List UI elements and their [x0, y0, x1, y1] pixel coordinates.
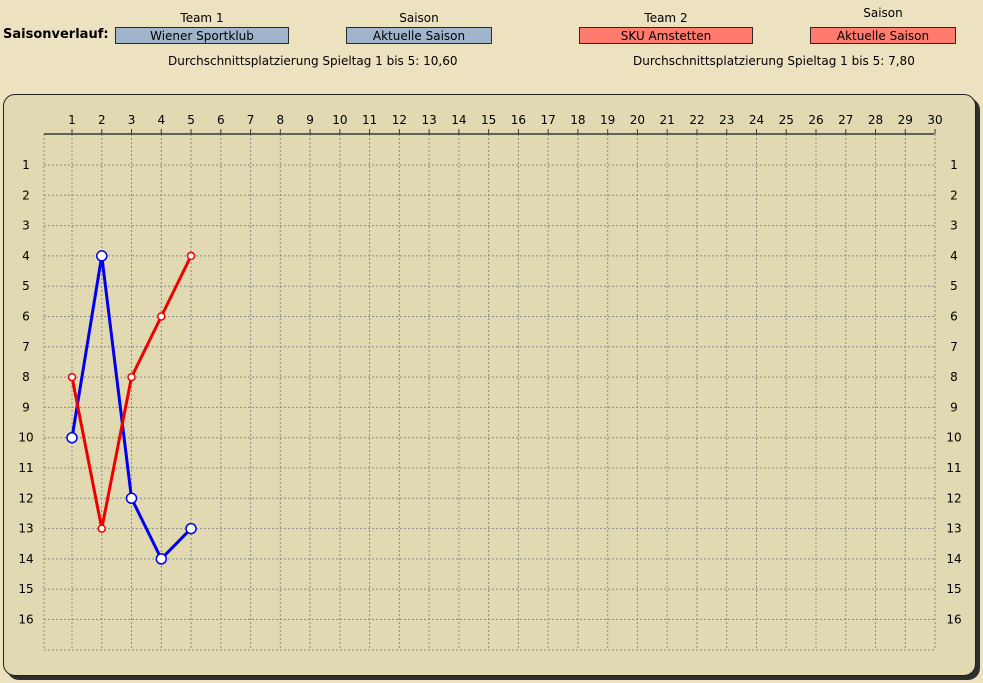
y-tick-label-left: 1	[22, 158, 30, 172]
y-tick-label-left: 6	[22, 310, 30, 324]
x-tick-label: 27	[838, 113, 853, 127]
data-point-1	[96, 250, 108, 262]
x-tick-label: 5	[187, 113, 195, 127]
y-tick-label-left: 10	[18, 431, 33, 445]
y-tick-label-left: 5	[22, 279, 30, 293]
y-tick-label-left: 11	[18, 461, 33, 475]
y-tick-label-right: 16	[946, 613, 961, 627]
x-tick-label: 18	[570, 113, 585, 127]
x-tick-label: 28	[868, 113, 883, 127]
y-tick-label-left: 12	[18, 491, 33, 505]
y-tick-label-right: 6	[950, 310, 958, 324]
x-tick-label: 16	[511, 113, 526, 127]
y-tick-label-right: 9	[950, 400, 958, 414]
y-tick-label-left: 7	[22, 340, 30, 354]
data-point-1	[155, 553, 168, 565]
data-point-2	[127, 372, 136, 382]
x-tick-label: 14	[451, 113, 466, 127]
y-tick-label-right: 8	[950, 370, 958, 384]
y-tick-label-right: 1	[950, 158, 958, 172]
y-tick-label-left: 14	[18, 552, 33, 566]
data-point-2	[67, 372, 77, 382]
data-point-1	[125, 492, 138, 505]
x-tick-label: 8	[276, 113, 284, 127]
x-tick-label: 11	[362, 113, 377, 127]
y-tick-label-left: 13	[18, 522, 33, 536]
x-tick-label: 15	[481, 113, 496, 127]
x-tick-label: 3	[128, 113, 136, 127]
x-tick-label: 21	[660, 113, 675, 127]
y-tick-label-right: 15	[946, 582, 961, 596]
y-tick-label-right: 3	[950, 219, 958, 233]
y-tick-label-right: 4	[950, 249, 958, 263]
data-point-2	[97, 524, 107, 533]
x-tick-label: 19	[600, 113, 615, 127]
x-tick-label: 22	[689, 113, 704, 127]
x-tick-label: 20	[630, 113, 645, 127]
x-tick-label: 4	[157, 113, 165, 127]
y-tick-label-right: 7	[950, 340, 958, 354]
y-tick-label-left: 16	[18, 613, 33, 627]
y-tick-label-right: 12	[946, 491, 961, 505]
y-tick-label-left: 9	[22, 400, 30, 414]
x-tick-label: 25	[779, 113, 794, 127]
x-tick-label: 13	[421, 113, 436, 127]
x-tick-label: 1	[68, 113, 76, 127]
y-tick-label-right: 10	[946, 431, 961, 445]
y-tick-label-left: 3	[22, 219, 30, 233]
data-point-2	[157, 312, 166, 321]
x-tick-label: 2	[98, 113, 106, 127]
data-point-2	[186, 251, 196, 261]
y-tick-label-left: 4	[22, 249, 30, 263]
x-tick-label: 10	[332, 113, 347, 127]
y-tick-label-right: 5	[950, 279, 958, 293]
y-tick-label-right: 13	[946, 522, 961, 536]
x-tick-label: 24	[749, 113, 764, 127]
x-tick-label: 6	[217, 113, 225, 127]
y-tick-label-left: 8	[22, 370, 30, 384]
x-tick-label: 29	[898, 113, 913, 127]
y-tick-label-right: 2	[950, 188, 958, 202]
x-tick-label: 26	[808, 113, 823, 127]
x-tick-label: 17	[541, 113, 556, 127]
y-tick-label-left: 2	[22, 188, 30, 202]
x-tick-label: 12	[392, 113, 407, 127]
season-chart: 1 2 3 4 5 6 7 8 9 10 11 12 13 14 15 16 17 18 19 20 21 22 23 24 2…	[18, 113, 962, 651]
data-point-1	[185, 522, 197, 535]
data-point-1	[66, 431, 78, 444]
x-tick-label: 9	[306, 113, 314, 127]
x-tick-label: 7	[247, 113, 255, 127]
x-tick-label: 30	[927, 113, 942, 127]
y-tick-label-left: 15	[18, 582, 33, 596]
x-tick-label: 23	[719, 113, 734, 127]
y-tick-label-right: 11	[946, 461, 961, 475]
y-tick-label-right: 14	[946, 552, 961, 566]
